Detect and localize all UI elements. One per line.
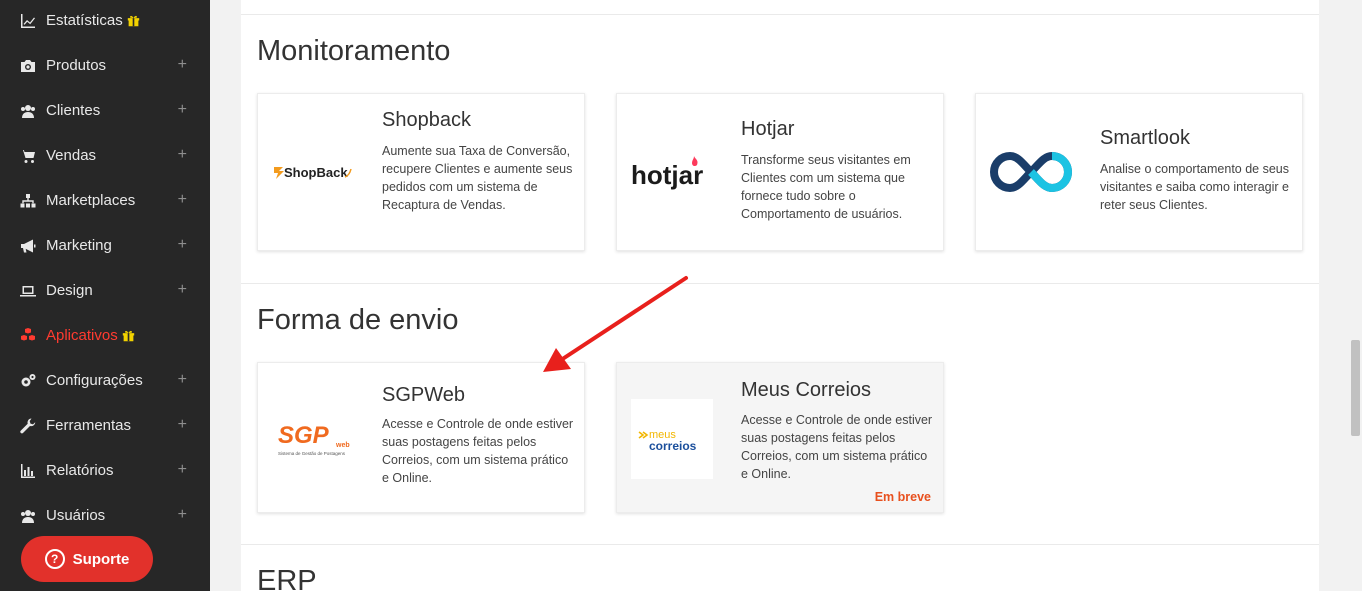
sidebar-item-usuarios[interactable]: Usuários + [0,493,210,538]
expand-icon[interactable]: + [178,191,187,209]
sitemap-icon [19,192,37,210]
expand-icon[interactable]: + [178,281,187,299]
sidebar-item-label: Clientes [46,102,101,119]
gears-icon [19,372,37,390]
scrollbar-thumb[interactable] [1351,340,1360,436]
sidebar: Estatísticas Produtos + Clientes + Venda… [0,0,210,591]
cubes-icon [19,327,37,345]
sidebar-item-label: Marketing [46,237,112,254]
sidebar-item-label: Configurações [46,372,143,389]
question-icon: ? [44,549,65,569]
sidebar-item-label: Aplicativos [46,327,118,344]
users-icon [19,102,37,120]
sidebar-item-label: Vendas [46,147,97,164]
expand-icon[interactable]: + [178,461,187,479]
sidebar-item-configuracoes[interactable]: Configurações + [0,358,210,403]
sidebar-item-label: Usuários [46,507,106,524]
sidebar-item-label: Produtos [46,57,107,74]
sidebar-item-label: Estatísticas [46,12,123,29]
main-content: Monitoramento ShopBack Shopback Aumente … [241,0,1319,591]
support-label: Suporte [72,550,130,568]
expand-icon[interactable]: + [178,236,187,254]
sidebar-item-aplicativos[interactable]: Aplicativos [0,313,210,358]
sidebar-item-marketing[interactable]: Marketing + [0,223,210,268]
wrench-icon [19,417,37,435]
sidebar-item-relatorios[interactable]: Relatórios + [0,448,210,493]
support-button[interactable]: ? Suporte [21,536,153,582]
laptop-icon [19,282,37,300]
bar-chart-icon [19,462,37,480]
sidebar-item-vendas[interactable]: Vendas + [0,133,210,178]
expand-icon[interactable]: + [178,506,187,524]
sidebar-item-clientes[interactable]: Clientes + [0,88,210,133]
expand-icon[interactable]: + [178,101,187,119]
users-icon [19,507,37,525]
expand-icon[interactable]: + [178,371,187,389]
expand-icon[interactable]: + [178,56,187,74]
scrollbar[interactable] [1349,0,1362,591]
gift-icon [122,329,135,342]
line-chart-icon [19,12,37,30]
sidebar-item-label: Ferramentas [46,417,132,434]
cart-icon [19,147,37,165]
expand-icon[interactable]: + [178,416,187,434]
megaphone-icon [19,237,37,255]
sidebar-item-design[interactable]: Design + [0,268,210,313]
sidebar-item-produtos[interactable]: Produtos + [0,43,210,88]
annotation-arrow [543,276,688,372]
sidebar-item-ferramentas[interactable]: Ferramentas + [0,403,210,448]
camera-icon [19,57,37,75]
sidebar-item-label: Marketplaces [46,192,136,209]
sidebar-item-label: Design [46,282,93,299]
sidebar-item-estatisticas[interactable]: Estatísticas [0,0,210,43]
sidebar-item-marketplaces[interactable]: Marketplaces + [0,178,210,223]
gift-icon [127,14,140,27]
expand-icon[interactable]: + [178,146,187,164]
sidebar-item-label: Relatórios [46,462,114,479]
